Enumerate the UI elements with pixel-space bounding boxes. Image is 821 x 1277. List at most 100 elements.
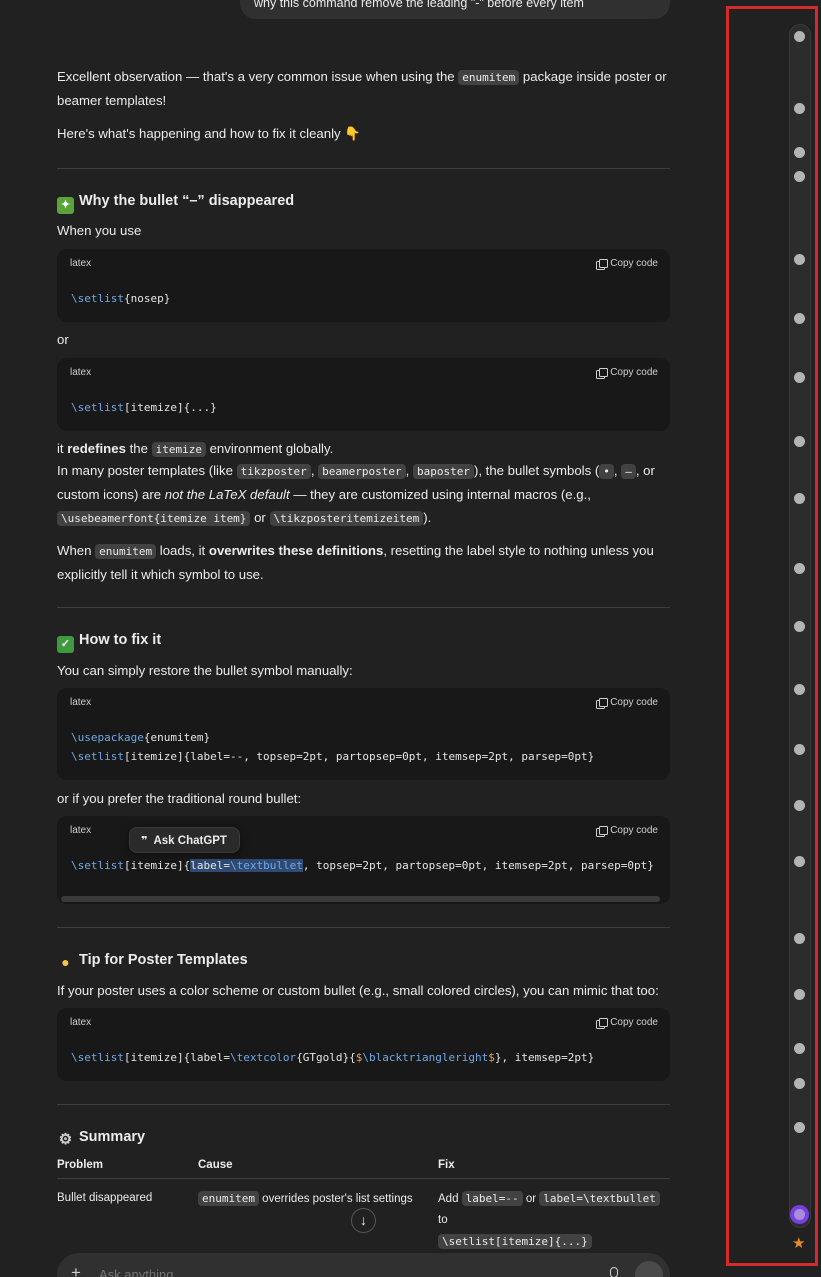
timeline-marker[interactable] — [794, 1122, 805, 1133]
code-line: \usepackage{enumitem} — [71, 731, 211, 744]
timeline-marker-active[interactable] — [790, 1205, 809, 1224]
tip-text: If your poster uses a color scheme or cu… — [57, 983, 659, 998]
section-heading-why: ✦ Why the bullet “–” disappeared — [57, 193, 294, 214]
timeline-marker[interactable] — [794, 171, 805, 182]
intro-paragraph: Excellent observation — that's a very co… — [57, 69, 667, 108]
code-block: latex Copy code \usepackage{enumitem} \s… — [57, 688, 670, 780]
timeline-marker[interactable] — [794, 493, 805, 504]
table-header: Fix — [438, 1156, 670, 1179]
redefines-paragraph: it redefines the itemize environment glo… — [57, 441, 334, 457]
timeline-marker[interactable] — [794, 1078, 805, 1089]
selected-text: \textbullet — [229, 859, 303, 872]
table-cell: Add label=-- or label=\textbullet to \se… — [438, 1178, 670, 1253]
timeline-marker[interactable] — [794, 372, 805, 383]
copy-icon — [596, 1017, 609, 1029]
copy-icon — [596, 697, 609, 709]
inline-code: \usebeamerfont{itemize item} — [57, 511, 251, 526]
user-message-text: why this command remove the leading "-" … — [254, 0, 584, 10]
inline-code: itemize — [151, 442, 206, 457]
table-header-row: Problem Cause Fix — [57, 1156, 670, 1179]
ask-chatgpt-button[interactable]: ❞ Ask ChatGPT — [129, 827, 240, 853]
inline-code: tikzposter — [236, 464, 311, 479]
timeline-marker[interactable] — [794, 103, 805, 114]
table-cell: Bullet disappeared — [57, 1191, 153, 1204]
code-line: \setlist[itemize]{label=--, topsep=2pt, … — [71, 750, 595, 763]
code-language-label: latex — [70, 825, 92, 836]
gear-icon: ⚙ — [58, 1131, 73, 1148]
poster-templates-paragraph: In many poster templates (like tikzposte… — [57, 463, 655, 526]
copy-icon — [596, 258, 609, 270]
timeline-marker[interactable] — [794, 744, 805, 755]
when-you-use-text: When you use — [57, 223, 142, 238]
code-language-label: latex — [70, 367, 92, 378]
inline-code: beamerposter — [318, 464, 406, 479]
lightbulb-icon: ● — [61, 954, 70, 970]
copy-code-button[interactable]: Copy code — [596, 825, 658, 837]
timeline-marker[interactable] — [794, 313, 805, 324]
inline-code: \tikzposteritemizeitem — [269, 511, 424, 526]
divider — [57, 168, 670, 169]
code-block: latex Copy code \setlist{nosep} — [57, 249, 670, 322]
inline-code: \setlist[itemize]{...} — [438, 1233, 592, 1249]
round-bullet-text: or if you prefer the traditional round b… — [57, 791, 302, 806]
table-header: Cause — [198, 1156, 438, 1179]
divider — [57, 607, 670, 608]
quote-icon: ❞ — [141, 834, 148, 847]
summary-table: Problem Cause Fix Bullet disappeared enu… — [57, 1156, 670, 1253]
table-cell: enumitem overrides poster's list setting… — [198, 1178, 438, 1253]
inline-code: label=\textbullet — [539, 1190, 660, 1206]
timeline-marker[interactable] — [794, 1043, 805, 1054]
section-heading-summary: ⚙ Summary — [58, 1129, 146, 1148]
timeline-marker[interactable] — [794, 800, 805, 811]
timeline-marker[interactable] — [794, 621, 805, 632]
code-language-label: latex — [70, 258, 92, 269]
code-language-label: latex — [70, 1017, 92, 1028]
or-text: or — [57, 332, 69, 347]
code-language-label: latex — [70, 697, 92, 708]
copy-icon — [596, 825, 609, 837]
prompt-input[interactable] — [99, 1267, 579, 1277]
voice-mode-button[interactable] — [635, 1261, 663, 1277]
timeline-marker[interactable] — [794, 147, 805, 158]
section-heading-fix: ✓ How to fix it — [57, 632, 161, 653]
timeline-marker[interactable] — [794, 254, 805, 265]
composer: + — [57, 1253, 670, 1277]
code-line: \setlist[itemize]{...} — [71, 401, 217, 414]
check-icon: ✓ — [57, 636, 74, 653]
timeline-marker[interactable] — [794, 856, 805, 867]
inline-code: – — [621, 464, 636, 479]
copy-code-button[interactable]: Copy code — [596, 258, 658, 270]
inline-code: enumitem — [198, 1190, 259, 1206]
timeline-marker[interactable] — [794, 933, 805, 944]
code-line: \setlist[itemize]{label=\textcolor{GTgol… — [71, 1051, 595, 1064]
overwrites-paragraph: When enumitem loads, it overwrites these… — [57, 543, 654, 582]
code-block: latex Copy code \setlist[itemize]{label=… — [57, 1008, 670, 1081]
plus-icon[interactable]: + — [71, 1263, 81, 1277]
timeline-marker[interactable] — [794, 989, 805, 1000]
inline-code: label=-- — [461, 1190, 523, 1206]
table-header: Problem — [57, 1156, 198, 1179]
restore-bullet-text: You can simply restore the bullet symbol… — [57, 663, 353, 678]
scroll-down-button[interactable]: ↓ — [351, 1208, 376, 1233]
horizontal-scrollbar[interactable] — [61, 896, 660, 902]
timeline-marker[interactable] — [794, 684, 805, 695]
microphone-icon[interactable] — [610, 1267, 618, 1277]
divider — [57, 1104, 670, 1105]
copy-code-button[interactable]: Copy code — [596, 697, 658, 709]
timeline-marker[interactable] — [794, 436, 805, 447]
copy-icon — [596, 367, 609, 379]
timeline-marker[interactable] — [794, 563, 805, 574]
inline-code: enumitem — [95, 544, 157, 559]
section-heading-tip: ● Tip for Poster Templates — [57, 952, 247, 971]
inline-code: enumitem — [458, 70, 520, 85]
copy-code-button[interactable]: Copy code — [596, 367, 658, 379]
inline-code: baposter — [412, 464, 474, 479]
inline-code: • — [599, 464, 614, 479]
intro-paragraph-2: Here's what's happening and how to fix i… — [57, 126, 361, 141]
timeline-marker[interactable] — [794, 31, 805, 42]
copy-code-button[interactable]: Copy code — [596, 1017, 658, 1029]
user-message-bubble: why this command remove the leading "-" … — [240, 0, 670, 19]
star-icon[interactable]: ★ — [792, 1234, 805, 1252]
code-line: \setlist[itemize]{label=\textbullet, top… — [71, 859, 654, 872]
code-block: latex Copy code \setlist[itemize]{...} — [57, 358, 670, 431]
